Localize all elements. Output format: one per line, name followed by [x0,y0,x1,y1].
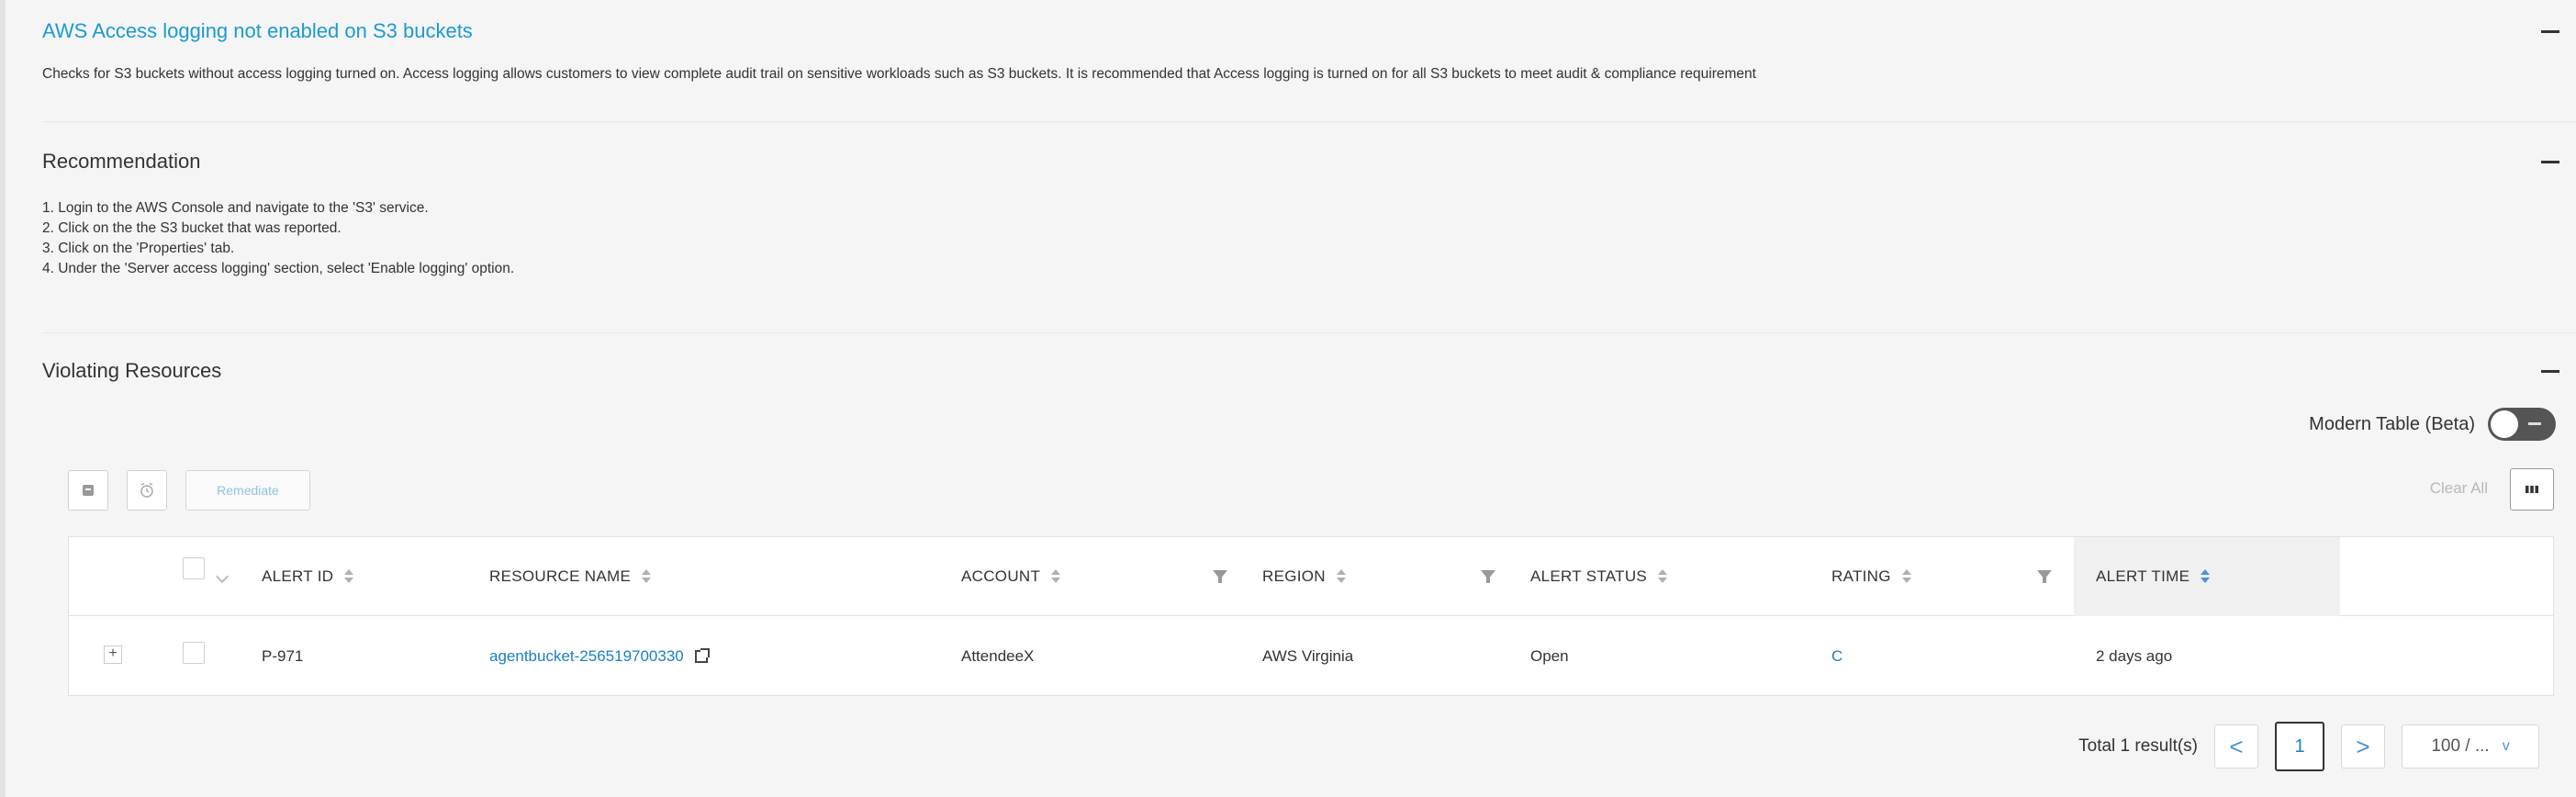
filter-icon[interactable] [1213,570,1227,583]
snooze-button[interactable] [127,470,167,511]
column-header-account[interactable]: ACCOUNT [961,537,1061,616]
archive-icon [83,485,94,496]
column-header-region[interactable]: REGION [1262,537,1346,616]
column-header-alert-status[interactable]: ALERT STATUS [1530,537,1668,616]
sort-icon[interactable] [1658,569,1668,584]
divider [42,332,2576,333]
collapse-icon[interactable] [2541,29,2559,33]
column-label: RESOURCE NAME [489,567,632,585]
sort-icon[interactable] [2201,569,2211,584]
cell-account: AttendeeX [961,647,1035,665]
divider [42,121,2576,122]
violating-resources-header[interactable]: Violating Resources [42,353,2576,389]
policy-section: AWS Access logging not enabled on S3 buc… [42,13,2576,83]
column-label: REGION [1262,567,1326,585]
recommendation-header[interactable]: Recommendation [42,143,2576,180]
sort-icon[interactable] [1901,569,1911,584]
column-header-alert-id[interactable]: ALERT ID [262,537,354,616]
sort-icon[interactable] [1051,569,1061,584]
next-page-button[interactable]: > [2341,724,2385,769]
total-results: Total 1 result(s) [2078,736,2198,756]
alarm-clock-icon [140,482,153,498]
chevron-down-icon[interactable] [215,569,230,584]
cell-alert-status: Open [1530,647,1569,665]
toggle-knob [2491,410,2518,438]
toggle-off-icon [2528,422,2541,425]
row-checkbox[interactable] [183,642,205,664]
prev-page-button[interactable]: < [2214,724,2258,769]
expand-row-button[interactable]: + [104,645,122,664]
recommendation-step: 3. Click on the 'Properties' tab. [42,241,235,256]
modern-table-label: Modern Table (Beta) [2309,413,2475,434]
modern-table-toggle-row: Modern Table (Beta) [2309,408,2556,441]
filter-icon[interactable] [1481,570,1495,583]
cell-alert-id: P-971 [262,647,304,665]
page-size-value: 100 / ... [2431,736,2490,756]
alerts-table: ALERT ID RESOURCE NAME ACCOUNT REGION AL… [68,536,2554,696]
column-label: ALERT TIME [2096,567,2190,585]
cell-alert-time: 2 days ago [2096,647,2173,665]
violating-resources-title: Violating Resources [42,359,222,382]
sort-icon[interactable] [1336,569,1346,584]
collapse-icon[interactable] [2541,160,2559,163]
filter-icon[interactable] [2037,570,2052,583]
column-header-rating[interactable]: RATING [1831,537,1911,616]
modern-table-toggle[interactable] [2488,408,2556,441]
column-header-resource-name[interactable]: RESOURCE NAME [489,537,652,616]
chevron-down-icon: v [2502,738,2510,754]
recommendation-step: 4. Under the 'Server access logging' sec… [42,261,515,276]
columns-icon [2526,486,2538,493]
clear-all-button[interactable]: Clear All [2430,479,2488,498]
collapse-icon[interactable] [2541,369,2559,373]
page-size-select[interactable]: 100 / ... v [2402,724,2539,769]
sort-icon[interactable] [344,569,354,584]
recommendation-section: Recommendation 1. Login to the AWS Conso… [42,143,2576,279]
recommendation-step: 2. Click on the the S3 bucket that was r… [42,220,342,236]
cell-region: AWS Virginia [1262,647,1354,665]
left-edge [0,0,6,797]
policy-description: Checks for S3 buckets without access log… [42,66,1756,82]
policy-title[interactable]: AWS Access logging not enabled on S3 buc… [42,19,473,43]
cell-resource-name: agentbucket-256519700330 [489,616,710,697]
column-label: RATING [1831,567,1891,585]
external-link-icon[interactable] [694,648,710,663]
select-all-checkbox[interactable] [183,557,205,579]
column-header-alert-time[interactable]: ALERT TIME [2074,537,2340,616]
recommendation-step: 1. Login to the AWS Console and navigate… [42,200,429,216]
recommendation-steps: 1. Login to the AWS Console and navigate… [42,198,2576,279]
violating-resources-section: Violating Resources [42,353,2576,389]
sort-icon[interactable] [642,569,652,584]
resource-link[interactable]: agentbucket-256519700330 [489,647,684,666]
policy-header[interactable]: AWS Access logging not enabled on S3 buc… [42,13,2576,50]
column-label: ACCOUNT [961,567,1041,585]
table-header: ALERT ID RESOURCE NAME ACCOUNT REGION AL… [69,537,2553,616]
recommendation-title: Recommendation [42,150,201,173]
remediate-button[interactable]: Remediate [185,470,310,511]
column-label: ALERT ID [262,567,334,585]
cell-rating[interactable]: C [1831,616,1842,697]
current-page-button[interactable]: 1 [2275,722,2324,771]
column-label: ALERT STATUS [1530,567,1648,585]
pagination: Total 1 result(s) < 1 > 100 / ... v [2078,722,2539,771]
dismiss-button[interactable] [68,470,108,511]
column-picker-button[interactable] [2510,468,2554,511]
